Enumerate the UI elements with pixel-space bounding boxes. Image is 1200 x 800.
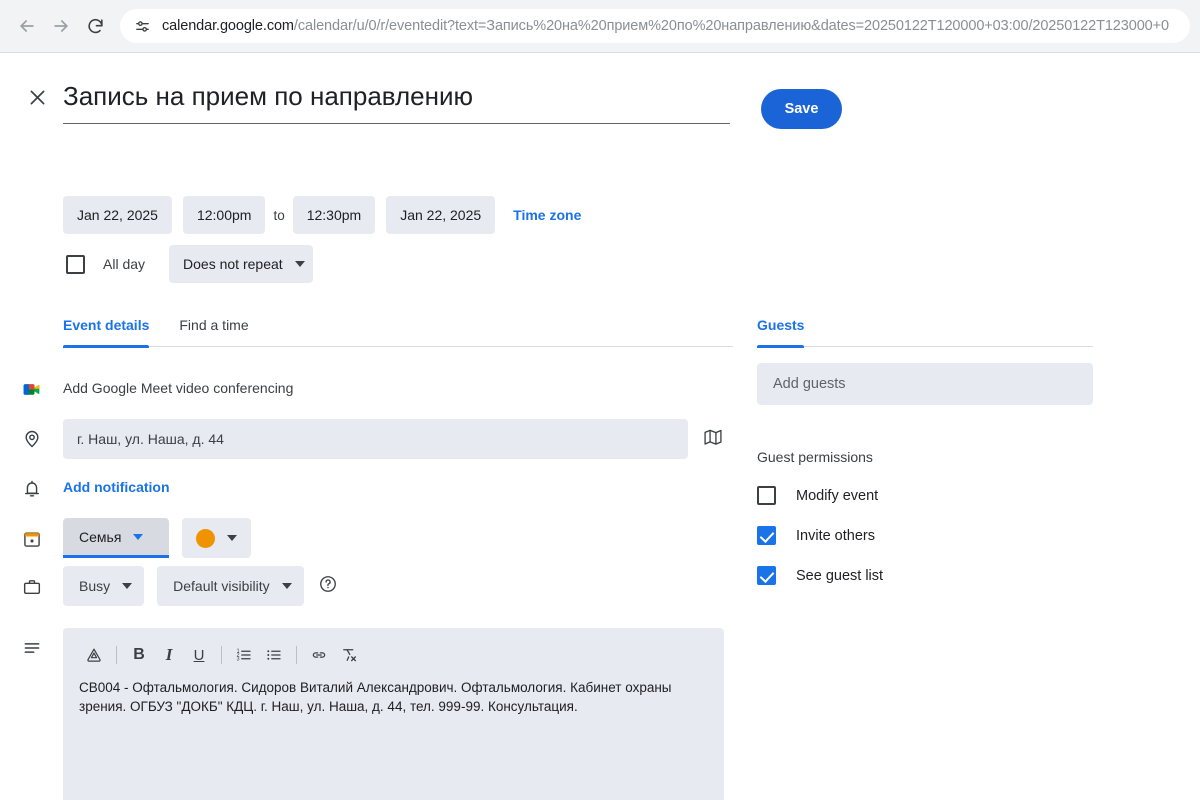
arrow-right-icon <box>51 16 71 36</box>
event-title-field[interactable]: Запись на прием по направлению <box>63 77 730 124</box>
modify-event-checkbox[interactable] <box>757 486 776 505</box>
arrow-left-icon <box>17 16 37 36</box>
notification-row[interactable]: Add notification <box>0 477 170 499</box>
map-button[interactable] <box>698 419 728 459</box>
toolbar-divider <box>296 646 297 664</box>
color-swatch-icon <box>196 528 215 548</box>
visibility-value: Default visibility <box>173 578 270 594</box>
bell-icon <box>22 479 42 499</box>
permission-invite-others[interactable]: Invite others <box>757 526 1093 545</box>
bulleted-list-icon[interactable] <box>259 640 289 670</box>
tune-icon[interactable] <box>128 12 156 40</box>
guests-panel: Guests Add guests Guest permissions Modi… <box>757 317 1093 585</box>
busy-value: Busy <box>79 578 111 594</box>
add-guests-input[interactable]: Add guests <box>757 363 1093 405</box>
add-meet-label: Add Google Meet video conferencing <box>63 380 294 396</box>
tabs-row: Event details Find a time <box>63 317 733 348</box>
description-row: B I U 1 2 3 CB004 - Офтальмология. Сидор… <box>0 628 724 800</box>
meet-row[interactable]: Add Google Meet video conferencing <box>0 377 293 400</box>
description-editor[interactable]: B I U 1 2 3 CB004 - Офтальмология. Сидор… <box>63 628 724 800</box>
address-bar[interactable]: calendar.google.com/calendar/u/0/r/event… <box>120 9 1190 43</box>
repeat-dropdown[interactable]: Does not repeat <box>169 245 313 283</box>
all-day-checkbox[interactable] <box>66 254 85 274</box>
permission-label: Invite others <box>796 527 875 544</box>
visibility-dropdown[interactable]: Default visibility <box>157 566 304 606</box>
guest-permissions-title: Guest permissions <box>757 449 873 465</box>
browser-toolbar: calendar.google.com/calendar/u/0/r/event… <box>0 0 1200 52</box>
title-underline <box>63 123 730 124</box>
add-notification-link[interactable]: Add notification <box>63 477 170 497</box>
briefcase-icon <box>22 577 42 597</box>
calendar-icon <box>22 529 42 549</box>
url-text: calendar.google.com/calendar/u/0/r/event… <box>162 9 1169 43</box>
toolbar-divider <box>116 646 117 664</box>
calendar-value: Семья <box>79 528 122 545</box>
see-guest-list-checkbox[interactable] <box>757 566 776 585</box>
permission-see-guest-list[interactable]: See guest list <box>757 566 1093 585</box>
close-button[interactable] <box>20 83 54 117</box>
insert-link-icon[interactable] <box>304 640 334 670</box>
reload-icon <box>86 17 105 36</box>
tab-find-a-time[interactable]: Find a time <box>179 317 248 346</box>
to-label: to <box>273 207 285 223</box>
event-title-text: Запись на прием по направлению <box>63 81 474 111</box>
help-circle-icon <box>318 574 338 599</box>
numbered-list-icon[interactable]: 1 2 3 <box>229 640 259 670</box>
tab-event-details[interactable]: Event details <box>63 317 150 348</box>
event-header: Запись на прием по направлению Save <box>0 69 1200 133</box>
busy-visibility-row: Busy Default visibility <box>0 566 338 606</box>
color-dropdown[interactable] <box>182 518 251 558</box>
chevron-down-icon <box>227 535 237 541</box>
location-pin-icon <box>22 429 42 449</box>
description-text: CB004 - Офтальмология. Сидоров Виталий А… <box>79 680 672 714</box>
close-icon <box>27 87 48 113</box>
url-path: /calendar/u/0/r/eventedit?text=Запись%20… <box>293 18 1169 34</box>
italic-icon[interactable]: I <box>154 640 184 670</box>
chevron-down-icon <box>281 583 292 589</box>
google-meet-icon <box>21 379 42 400</box>
back-button[interactable] <box>10 9 44 43</box>
insert-drive-icon[interactable] <box>79 640 109 670</box>
location-row: г. Наш, ул. Наша, д. 44 <box>0 419 728 459</box>
busy-dropdown[interactable]: Busy <box>63 566 145 606</box>
start-date-button[interactable]: Jan 22, 2025 <box>63 196 172 234</box>
save-button[interactable]: Save <box>761 89 842 129</box>
guests-tabstrip: Guests <box>757 317 1093 348</box>
chevron-down-icon <box>133 533 144 540</box>
description-lines-icon <box>22 638 42 658</box>
end-time-button[interactable]: 12:30pm <box>292 196 376 234</box>
permission-label: Modify event <box>796 487 879 504</box>
permission-label: See guest list <box>796 567 884 584</box>
permission-modify-event[interactable]: Modify event <box>757 486 1093 505</box>
allday-row: All day Does not repeat <box>66 245 313 283</box>
calendar-color-row: Семья <box>0 518 251 558</box>
chevron-down-icon <box>294 261 305 267</box>
repeat-value: Does not repeat <box>183 256 283 272</box>
datetime-row: Jan 22, 2025 12:00pm to 12:30pm Jan 22, … <box>63 196 581 234</box>
toolbar-divider <box>221 646 222 664</box>
bold-icon[interactable]: B <box>124 640 154 670</box>
reload-button[interactable] <box>78 9 112 43</box>
event-edit-page: Запись на прием по направлению Save Jan … <box>0 53 1200 800</box>
end-date-button[interactable]: Jan 22, 2025 <box>386 196 496 234</box>
time-zone-link[interactable]: Time zone <box>513 207 581 223</box>
calendar-dropdown[interactable]: Семья <box>63 518 169 558</box>
clear-formatting-icon[interactable] <box>334 640 364 670</box>
tab-guests[interactable]: Guests <box>757 317 805 348</box>
chevron-down-icon <box>122 583 133 589</box>
underline-icon[interactable]: U <box>184 640 214 670</box>
all-day-label: All day <box>103 256 146 272</box>
svg-text:3: 3 <box>237 657 240 663</box>
guests-tab-divider <box>757 346 1093 347</box>
tab-divider <box>63 346 733 347</box>
url-host: calendar.google.com <box>162 18 294 34</box>
location-input[interactable]: г. Наш, ул. Наша, д. 44 <box>63 419 688 459</box>
start-time-button[interactable]: 12:00pm <box>182 196 266 234</box>
forward-button[interactable] <box>44 9 78 43</box>
invite-others-checkbox[interactable] <box>757 526 776 545</box>
description-toolbar: B I U 1 2 3 <box>79 638 708 672</box>
help-button[interactable] <box>318 566 338 606</box>
map-icon <box>703 427 723 452</box>
